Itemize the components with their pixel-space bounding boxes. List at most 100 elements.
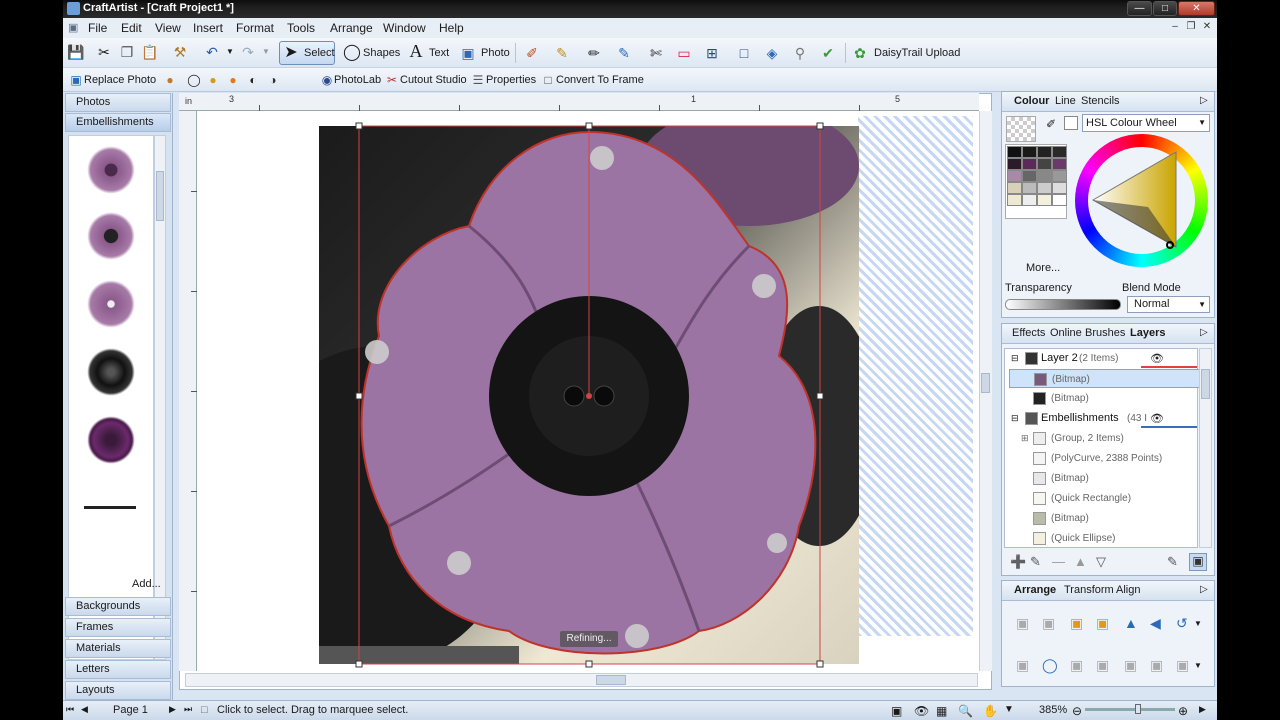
- zoom-icon[interactable]: 🔍: [958, 704, 973, 718]
- next-page-icon[interactable]: ▶: [169, 704, 176, 715]
- embellishment-flower-1[interactable]: [87, 146, 135, 194]
- forward-one-icon[interactable]: ▣: [1070, 615, 1083, 632]
- menu-format[interactable]: Format: [236, 21, 274, 35]
- resize-handle-n[interactable]: [585, 122, 593, 130]
- zoom-out-icon[interactable]: ⊖: [1072, 704, 1082, 718]
- embellishment-button[interactable]: [87, 348, 135, 396]
- minimize-button[interactable]: —: [1127, 1, 1152, 16]
- expand-icon[interactable]: ⊞: [1021, 429, 1029, 448]
- paste-icon[interactable]: 📋: [141, 43, 159, 61]
- lock-icon[interactable]: ▣: [1150, 657, 1163, 674]
- canvas-hscroll-thumb[interactable]: [596, 675, 626, 685]
- redo-icon[interactable]: ↷: [239, 43, 257, 61]
- mdi-minimize-icon[interactable]: –: [1168, 21, 1182, 34]
- swatch[interactable]: [1052, 182, 1067, 194]
- panel-menu-icon[interactable]: ▷: [1200, 327, 1208, 338]
- colour-wheel-picker[interactable]: [1166, 241, 1174, 249]
- swatch[interactable]: [1037, 146, 1052, 158]
- swatch[interactable]: [1007, 170, 1022, 182]
- effect-icon-3[interactable]: ●: [224, 71, 242, 89]
- transparency-slider[interactable]: [1005, 299, 1121, 310]
- tab-brushes[interactable]: Brushes: [1085, 327, 1125, 339]
- gallery-scroll-thumb[interactable]: [156, 171, 164, 221]
- pen-icon[interactable]: ✏: [585, 44, 603, 62]
- group-icon[interactable]: ▣: [1016, 657, 1029, 674]
- chevron-down-icon[interactable]: ▼: [1194, 661, 1202, 670]
- tab-transform[interactable]: Transform: [1064, 584, 1114, 596]
- resize-handle-nw[interactable]: [355, 122, 363, 130]
- collapse-icon[interactable]: ⊟: [1011, 349, 1019, 368]
- colour-swatch[interactable]: [1064, 116, 1078, 130]
- swatch[interactable]: [1022, 158, 1037, 170]
- layer-2-row[interactable]: ⊟ Layer 2 (2 Items) 👁: [1009, 349, 1201, 368]
- rectangle-icon[interactable]: □: [735, 44, 753, 62]
- transparency-icon[interactable]: ⚲: [791, 44, 809, 62]
- layer-item-quick-ellipse[interactable]: (Quick Ellipse): [1009, 529, 1201, 548]
- layer-item-bitmap[interactable]: (Bitmap): [1009, 389, 1201, 408]
- resize-handle-sw[interactable]: [355, 660, 363, 668]
- swatch[interactable]: [1037, 194, 1052, 206]
- hsl-colour-wheel[interactable]: [1075, 134, 1208, 267]
- embellishment-flower-4[interactable]: [87, 416, 135, 464]
- layer-item-group[interactable]: ⊞ (Group, 2 Items): [1009, 429, 1201, 448]
- layer-properties-icon[interactable]: ✎: [1167, 554, 1178, 570]
- tab-online[interactable]: Online: [1050, 327, 1082, 339]
- tab-arrange[interactable]: Arrange: [1014, 584, 1056, 596]
- tab-letters[interactable]: Letters: [65, 660, 171, 679]
- resize-handle-w[interactable]: [355, 392, 363, 400]
- canvas-vscroll-thumb[interactable]: [981, 373, 990, 393]
- photolab-button[interactable]: PhotoLab: [334, 74, 381, 86]
- add-embellishment-button[interactable]: Add...: [132, 578, 161, 590]
- layers-scrollbar[interactable]: [1199, 348, 1212, 548]
- swatch[interactable]: [1022, 194, 1037, 206]
- swatch[interactable]: [1037, 170, 1052, 182]
- layer-item-bitmap[interactable]: (Bitmap): [1009, 509, 1201, 528]
- layer-item-bitmap[interactable]: (Bitmap): [1009, 469, 1201, 488]
- pencil-icon[interactable]: ✎: [615, 44, 633, 62]
- panel-menu-icon[interactable]: ▷: [1200, 584, 1208, 595]
- daisytrail-icon[interactable]: ✿: [851, 44, 869, 62]
- zoom-options-icon[interactable]: ▼: [1004, 704, 1014, 715]
- save-icon[interactable]: 💾: [67, 43, 85, 61]
- move-up-icon[interactable]: ▲: [1074, 554, 1087, 569]
- convert-frame-icon[interactable]: □: [539, 71, 557, 89]
- resize-handle-ne[interactable]: [816, 122, 824, 130]
- effect-icon-5[interactable]: ◑: [264, 71, 282, 89]
- fill-icon[interactable]: ◈: [763, 44, 781, 62]
- delete-layer-icon[interactable]: —: [1052, 554, 1065, 569]
- swatch[interactable]: [1052, 158, 1067, 170]
- dropper-icon[interactable]: ✔: [819, 44, 837, 62]
- status-menu-icon[interactable]: ▶: [1199, 704, 1206, 715]
- flip-horizontal-icon[interactable]: ▲: [1124, 615, 1138, 631]
- tab-embellishments[interactable]: Embellishments: [65, 113, 171, 132]
- mdi-close-icon[interactable]: ✕: [1200, 21, 1214, 34]
- tab-backgrounds[interactable]: Backgrounds: [65, 597, 171, 616]
- swatch[interactable]: [1022, 146, 1037, 158]
- layer-embellishments-row[interactable]: ⊟ Embellishments (43 I 👁: [1009, 409, 1201, 428]
- tab-materials[interactable]: Materials: [65, 639, 171, 658]
- tab-layers[interactable]: Layers: [1130, 327, 1165, 339]
- blend-mode-dropdown[interactable]: Normal ▼: [1127, 296, 1210, 313]
- maximize-button[interactable]: □: [1153, 1, 1177, 16]
- menu-help[interactable]: Help: [439, 21, 464, 35]
- tab-colour[interactable]: Colour: [1014, 95, 1049, 107]
- pan-hand-icon[interactable]: ✋: [983, 704, 998, 718]
- menu-arrange[interactable]: Arrange: [330, 21, 373, 35]
- effect-icon-2[interactable]: ●: [204, 71, 222, 89]
- swatch[interactable]: [1007, 146, 1022, 158]
- swatch[interactable]: [1052, 194, 1067, 206]
- menu-view[interactable]: View: [155, 21, 181, 35]
- effect-icon-4[interactable]: ◐: [244, 71, 262, 89]
- add-layer-options-icon[interactable]: ✎: [1030, 554, 1041, 570]
- select-tool[interactable]: Select: [304, 47, 335, 59]
- rotation-center[interactable]: [586, 393, 592, 399]
- tab-line[interactable]: Line: [1055, 95, 1076, 107]
- more-arrange-icon[interactable]: ▣: [1176, 657, 1189, 674]
- chevron-down-icon[interactable]: ▼: [1194, 619, 1202, 628]
- copy-icon[interactable]: ❐: [118, 43, 136, 61]
- layer-item-bitmap-selected[interactable]: (Bitmap): [1009, 369, 1201, 388]
- colour-model-dropdown[interactable]: HSL Colour Wheel ▼: [1082, 114, 1210, 132]
- send-to-back-icon[interactable]: ▣: [1042, 615, 1055, 632]
- undo-dropdown-icon[interactable]: ▼: [221, 43, 239, 61]
- redo-dropdown-icon[interactable]: ▼: [257, 43, 275, 61]
